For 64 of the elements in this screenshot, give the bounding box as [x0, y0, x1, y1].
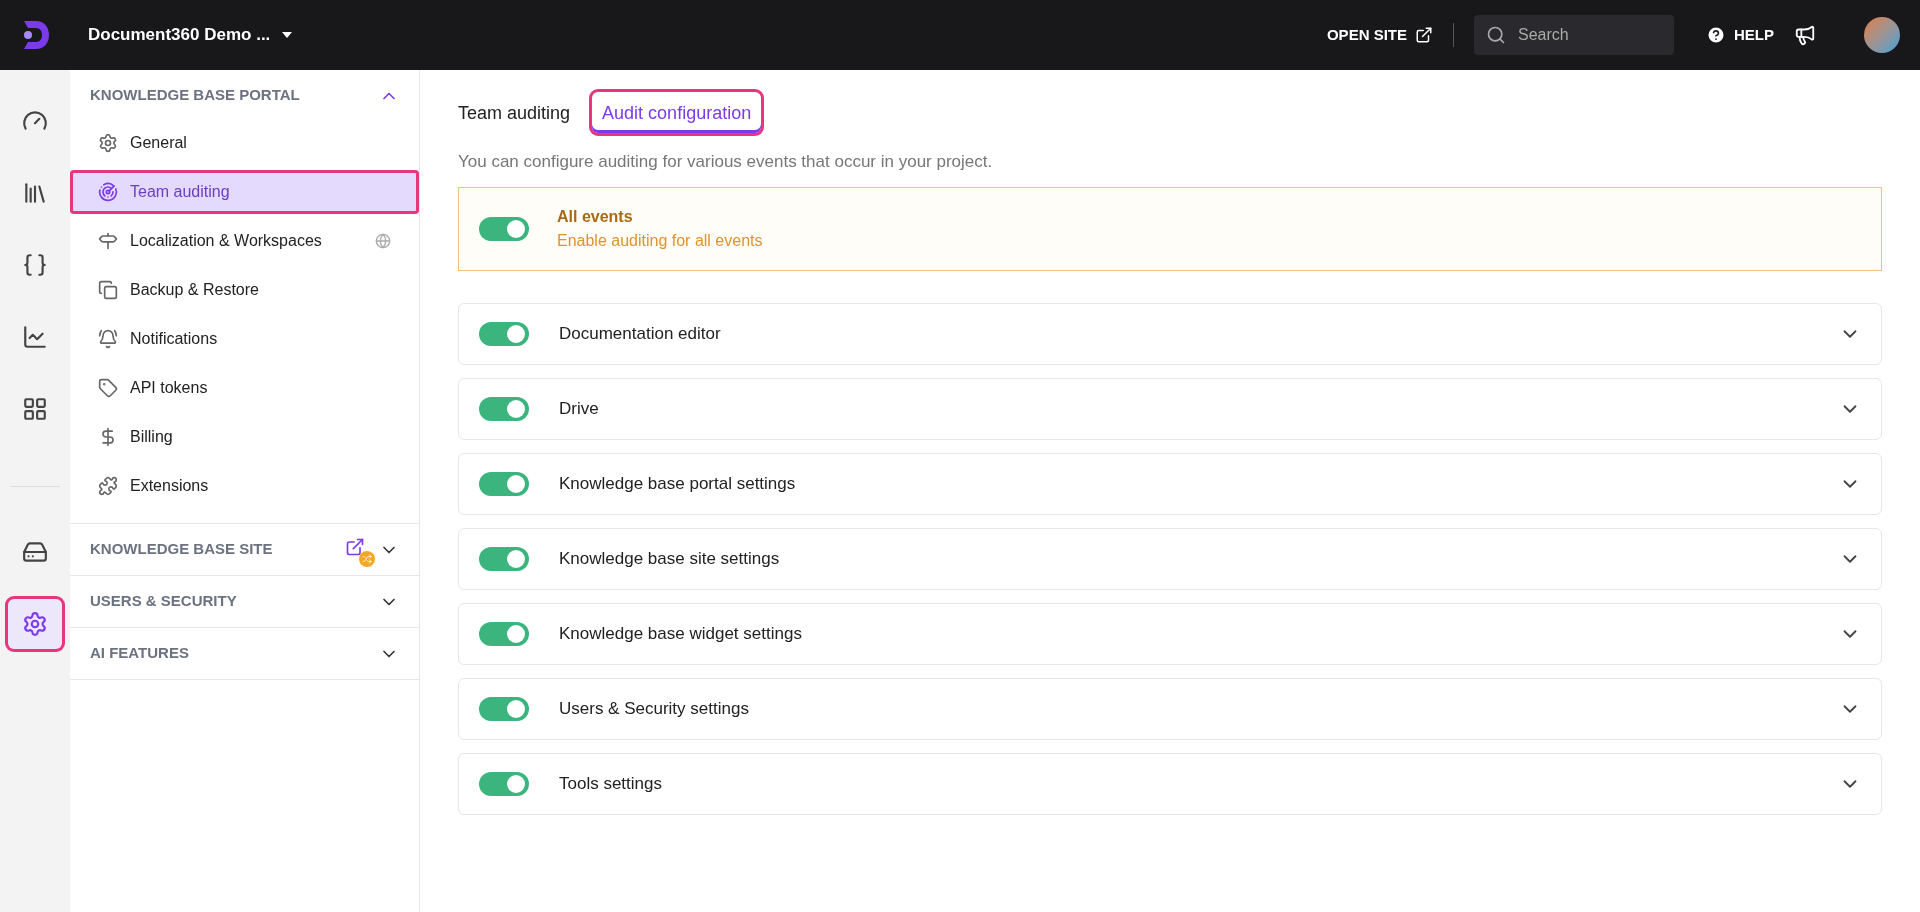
tab[interactable]: Audit configuration	[592, 92, 762, 133]
toggle-switch[interactable]	[479, 621, 529, 646]
tab[interactable]: Team auditing	[458, 92, 581, 133]
category-label: Knowledge base portal settings	[559, 472, 797, 495]
section-header[interactable]: KNOWLEDGE BASE PORTAL	[70, 70, 419, 121]
sidebar-item[interactable]: Localization & Workspaces	[70, 219, 419, 263]
section-header[interactable]: USERS & SECURITY	[70, 576, 419, 627]
chart-icon	[22, 324, 48, 350]
toggle-switch[interactable]	[479, 771, 529, 796]
globe-icon	[375, 233, 391, 249]
toggle-switch[interactable]	[479, 546, 529, 571]
sidebar-item[interactable]: Team auditing	[70, 170, 419, 214]
category-row[interactable]: Tools settings	[458, 752, 1882, 815]
all-events-title: All events	[557, 206, 634, 227]
gear-icon	[98, 133, 118, 153]
tag-icon	[98, 378, 118, 398]
all-events-subtitle: Enable auditing for all events	[557, 230, 763, 251]
section-header[interactable]: KNOWLEDGE BASE SITE	[70, 524, 419, 575]
category-row[interactable]: Knowledge base widget settings	[458, 602, 1882, 665]
category-label: Tools settings	[559, 772, 663, 795]
toggle-switch[interactable]	[479, 216, 529, 241]
category-label: Knowledge base widget settings	[559, 622, 803, 645]
settings-icon	[22, 611, 48, 637]
grid-icon	[22, 396, 48, 422]
bell-icon	[98, 329, 118, 349]
sidebar-item[interactable]: API tokens	[70, 366, 419, 410]
sidebar-item[interactable]: Backup & Restore	[70, 268, 419, 312]
copy-icon	[98, 280, 118, 300]
category-row[interactable]: Drive	[458, 377, 1882, 440]
sidebar-item[interactable]: Billing	[70, 415, 419, 459]
rail-button[interactable]	[8, 599, 62, 649]
toggle-switch[interactable]	[479, 321, 529, 346]
drive-icon	[22, 539, 48, 565]
toggle-switch[interactable]	[479, 471, 529, 496]
puzzle-icon	[98, 476, 118, 496]
category-row[interactable]: Users & Security settings	[458, 677, 1882, 740]
category-row[interactable]: Documentation editor	[458, 302, 1882, 365]
section-header[interactable]: AI FEATURES	[70, 628, 419, 679]
sidebar-item[interactable]: General	[70, 121, 419, 165]
search-icon	[1486, 25, 1506, 45]
radar-icon	[98, 182, 118, 202]
books-icon	[22, 180, 48, 206]
category-row[interactable]: Knowledge base site settings	[458, 527, 1882, 590]
signpost-icon	[98, 231, 118, 251]
category-row[interactable]: Knowledge base portal settings	[458, 452, 1882, 515]
external-link-icon	[1415, 26, 1433, 44]
avatar[interactable]	[1864, 17, 1900, 53]
search-field[interactable]: Search	[1474, 15, 1674, 55]
braces-icon	[22, 252, 48, 278]
project-dropdown[interactable]: Document360 Demo ...	[88, 22, 293, 48]
category-label: Drive	[559, 397, 600, 420]
help-icon	[1706, 25, 1726, 45]
category-label: Documentation editor	[559, 322, 722, 345]
toggle-switch[interactable]	[479, 396, 529, 421]
category-label: Users & Security settings	[559, 697, 750, 720]
category-label: Knowledge base site settings	[559, 547, 781, 570]
caret-icon	[282, 32, 293, 38]
open-site-link[interactable]: OPEN SITE	[1326, 23, 1433, 47]
toggle-switch[interactable]	[479, 696, 529, 721]
sidebar-item[interactable]: Notifications	[70, 317, 419, 361]
help-button[interactable]: HELP	[1706, 23, 1774, 47]
megaphone-icon[interactable]	[1794, 24, 1816, 46]
description-text: You can configure auditing for various events that occur in your project.	[458, 151, 994, 173]
sidebar-item[interactable]: Extensions	[70, 464, 419, 508]
